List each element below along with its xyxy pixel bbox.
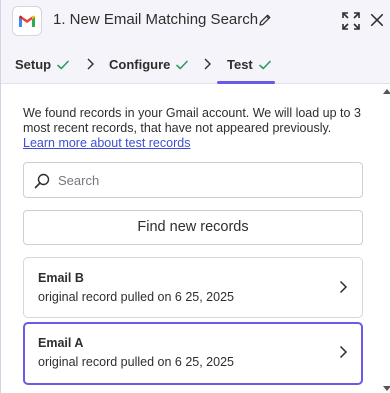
scroll-up-icon[interactable] — [383, 87, 390, 95]
chevron-right-icon — [339, 280, 348, 294]
intro-text: We found records in your Gmail account. … — [23, 106, 361, 135]
record-title: Email A — [38, 336, 84, 350]
scroll-down-icon[interactable] — [383, 385, 390, 393]
search-icon — [34, 173, 50, 189]
check-icon — [57, 60, 69, 69]
gmail-icon — [12, 6, 42, 36]
learn-more-link[interactable]: Learn more about test records — [23, 136, 363, 151]
check-icon — [176, 60, 189, 69]
find-new-records-button[interactable]: Find new records — [23, 210, 363, 245]
tab-label: Setup — [15, 57, 52, 72]
chevron-right-icon — [204, 58, 211, 70]
record-subtitle: original record pulled on 6 25, 2025 — [38, 355, 234, 369]
tab-configure[interactable]: Configure — [109, 57, 189, 72]
step-header: 1. New Email Matching Search — [1, 0, 390, 44]
search-input[interactable] — [58, 169, 348, 191]
record-card-email-a[interactable]: Email A original record pulled on 6 25, … — [23, 322, 363, 385]
tab-test[interactable]: Test — [227, 57, 271, 72]
tab-setup[interactable]: Setup — [15, 57, 69, 72]
search-box[interactable] — [23, 162, 363, 198]
record-card-email-b[interactable]: Email B original record pulled on 6 25, … — [23, 257, 363, 318]
intro-text-block: We found records in your Gmail account. … — [23, 106, 363, 151]
active-tab-indicator — [217, 81, 275, 84]
expand-icon[interactable] — [342, 12, 360, 30]
test-records-panel: 1. New Email Matching Search Setup Confi… — [0, 0, 390, 393]
record-title: Email B — [38, 271, 84, 285]
check-icon — [258, 60, 271, 69]
chevron-right-icon — [87, 58, 94, 70]
chevron-right-icon — [339, 345, 348, 359]
step-title: 1. New Email Matching Search — [53, 11, 259, 28]
tab-label: Configure — [109, 57, 171, 72]
tab-label: Test — [227, 57, 253, 72]
edit-pencil-icon[interactable] — [258, 13, 272, 27]
step-tabs: Setup Configure Test — [1, 44, 390, 84]
close-icon[interactable] — [370, 13, 384, 27]
record-subtitle: original record pulled on 6 25, 2025 — [38, 290, 234, 304]
